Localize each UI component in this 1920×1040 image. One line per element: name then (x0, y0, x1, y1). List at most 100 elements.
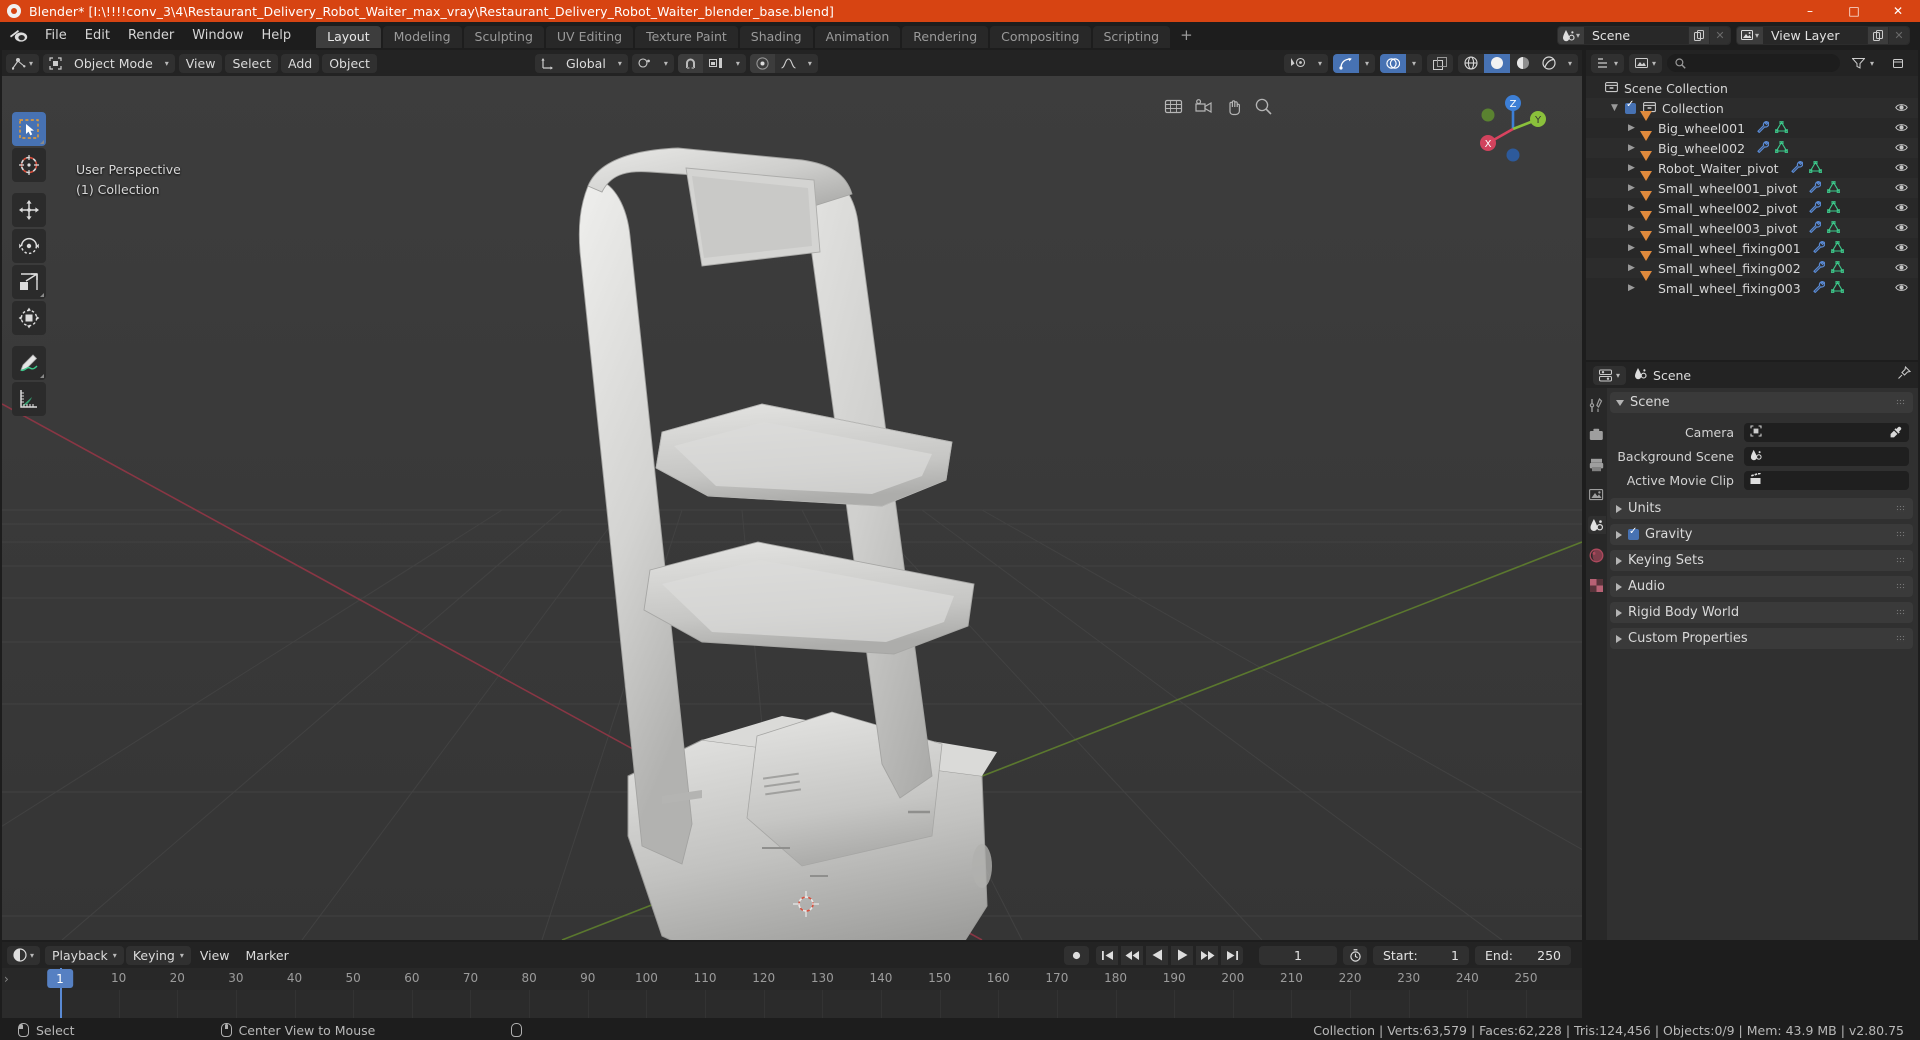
mesh-data-icon[interactable] (1830, 260, 1844, 276)
shading-rendered-button[interactable] (1536, 54, 1562, 73)
expand-arrow-icon[interactable]: ▶ (1626, 283, 1637, 294)
panel-audio[interactable]: Audio (1610, 576, 1913, 597)
viewport-canvas[interactable]: User Perspective (1) Collection Z Y X (2, 76, 1582, 940)
properties-editor[interactable]: ▾ Scene Scene Camera Background Scene Ac… (1586, 362, 1918, 940)
annotate-tool[interactable] (12, 346, 46, 380)
timeline-track-area[interactable] (2, 990, 1582, 1018)
hide-in-viewport-icon[interactable] (1895, 101, 1908, 116)
navigation-gizmo[interactable]: Z Y X (1474, 90, 1552, 168)
hide-in-viewport-icon[interactable] (1895, 181, 1908, 196)
menu-window[interactable]: Window (183, 25, 252, 46)
show-gizmo-icon[interactable] (1332, 53, 1359, 73)
expand-arrow-icon[interactable]: ▶ (1626, 143, 1637, 154)
panel-enable-checkbox[interactable] (1628, 526, 1639, 540)
modifier-icon[interactable] (1812, 240, 1825, 256)
properties-texture-tab[interactable] (1588, 576, 1606, 594)
viewport-menu-object[interactable]: Object (322, 53, 377, 73)
play-reverse-button[interactable] (1146, 945, 1168, 965)
jump-to-prev-keyframe-button[interactable] (1121, 945, 1143, 965)
expand-arrow-icon[interactable]: ▶ (1626, 263, 1637, 274)
jump-to-end-button[interactable] (1221, 945, 1243, 965)
view-layer-icon[interactable]: ▾ (1737, 26, 1763, 44)
new-scene-button[interactable] (1688, 26, 1709, 44)
workspace-tab-layout[interactable]: Layout (316, 26, 381, 48)
move-view-hand-icon[interactable] (1223, 96, 1244, 117)
scene-icon[interactable]: ▾ (1558, 26, 1584, 44)
outliner-object-row[interactable]: ▶ Small_wheel_fixing002 (1586, 250, 1918, 278)
modifier-icon[interactable] (1808, 200, 1822, 216)
visibility-selector[interactable]: ▾ (1283, 53, 1328, 73)
current-frame-field[interactable]: 1 (1259, 945, 1337, 965)
outliner-editor-type[interactable]: ▾ (1591, 53, 1625, 73)
end-frame-field[interactable]: End: 250 (1475, 945, 1571, 965)
pivot-icon[interactable] (632, 54, 658, 73)
maximize-button[interactable]: □ (1832, 0, 1876, 22)
expand-arrow-icon[interactable]: ▶ (1626, 163, 1637, 174)
scene-name[interactable]: Scene (1584, 26, 1688, 44)
workspace-tab-rendering[interactable]: Rendering (902, 26, 989, 48)
outliner-object-row[interactable]: ▶ Big_wheel002 (1586, 130, 1918, 158)
properties-world-tab[interactable] (1588, 546, 1606, 564)
proportional-edit-icon[interactable] (749, 53, 775, 73)
scale-tool[interactable] (12, 265, 46, 299)
xray-toggle[interactable] (1426, 53, 1453, 73)
expand-arrow-icon[interactable]: ▶ (1626, 243, 1637, 254)
unlink-scene-button[interactable]: ✕ (1709, 26, 1730, 44)
panel-expand-arrow-icon[interactable] (1616, 530, 1622, 539)
mode-dropdown-caret[interactable]: ▾ (159, 54, 175, 73)
hide-in-viewport-icon[interactable] (1895, 241, 1908, 256)
shading-wireframe-button[interactable] (1458, 54, 1484, 73)
timeline-menu-marker[interactable]: Marker (239, 946, 296, 965)
hide-in-viewport-icon[interactable] (1895, 121, 1908, 136)
eyedropper-icon[interactable] (1887, 426, 1903, 439)
scene-datablock[interactable]: ▾ Scene ✕ (1557, 25, 1731, 45)
shading-solid-button[interactable] (1483, 53, 1510, 73)
falloff-curve-icon[interactable] (775, 54, 802, 73)
collapse-arrow-icon[interactable]: ▼ (1609, 103, 1620, 114)
collection-checkbox[interactable] (1625, 99, 1636, 114)
hide-in-viewport-icon[interactable] (1895, 261, 1908, 276)
add-workspace-button[interactable]: + (1172, 24, 1201, 46)
pin-id-icon[interactable] (1897, 365, 1912, 384)
move-tool[interactable] (12, 193, 46, 227)
mesh-data-icon[interactable] (1774, 140, 1789, 156)
timeline-menu-playback[interactable]: Playback ▾ (45, 945, 124, 965)
playhead-frame-label[interactable]: 1 (47, 969, 73, 988)
shading-material-preview-button[interactable] (1510, 54, 1536, 73)
modifier-icon[interactable] (1808, 180, 1822, 196)
outliner-collection-row[interactable]: ▼ Collection (1586, 98, 1918, 118)
panel-keying-sets[interactable]: Keying Sets (1610, 550, 1913, 571)
new-view-layer-button[interactable] (1867, 26, 1888, 44)
timeline-menu-keying[interactable]: Keying ▾ (125, 945, 191, 965)
properties-view-layer-tab[interactable] (1588, 486, 1606, 504)
close-button[interactable]: ✕ (1876, 0, 1920, 22)
outliner-object-row[interactable]: ▶ Big_wheel001 (1586, 110, 1918, 138)
start-frame-field[interactable]: Start: 1 (1373, 945, 1469, 965)
outliner-filter-input[interactable] (1667, 54, 1840, 72)
mesh-data-icon[interactable] (1830, 280, 1844, 296)
workspace-tab-sculpting[interactable]: Sculpting (463, 26, 544, 48)
use-preview-range-button[interactable] (1343, 945, 1367, 965)
editor-type-selector[interactable]: ▾ (6, 53, 40, 73)
modifier-icon[interactable] (1756, 120, 1770, 136)
menu-edit[interactable]: Edit (76, 25, 119, 46)
jump-to-next-keyframe-button[interactable] (1196, 945, 1218, 965)
expand-arrow-icon[interactable]: ▶ (1626, 183, 1637, 194)
gizmo-controls[interactable]: ▾ (1332, 53, 1375, 73)
rotate-tool[interactable] (12, 229, 46, 263)
properties-output-tab[interactable] (1588, 456, 1606, 474)
view-layer-display-icon[interactable]: ▾ (1629, 54, 1662, 73)
remove-view-layer-button[interactable]: ✕ (1888, 26, 1909, 44)
outliner-object-row[interactable]: ▶ Small_wheel001_pivot (1586, 170, 1918, 198)
hide-in-viewport-icon[interactable] (1895, 281, 1908, 296)
toggle-xray-icon[interactable] (1427, 54, 1453, 73)
panel-expand-arrow-icon[interactable] (1616, 556, 1622, 565)
panel-expand-arrow-icon[interactable] (1616, 504, 1622, 513)
workspace-tab-modeling[interactable]: Modeling (382, 26, 462, 48)
modifier-icon[interactable] (1812, 280, 1825, 296)
active-movie-clip-field[interactable] (1744, 471, 1909, 490)
outliner-icon[interactable]: ▾ (1591, 54, 1624, 73)
timeline-editor-type[interactable]: ▾ (7, 945, 41, 965)
overlay-caret[interactable]: ▾ (1406, 54, 1422, 73)
snapping-controls[interactable]: ▾ (677, 53, 746, 73)
